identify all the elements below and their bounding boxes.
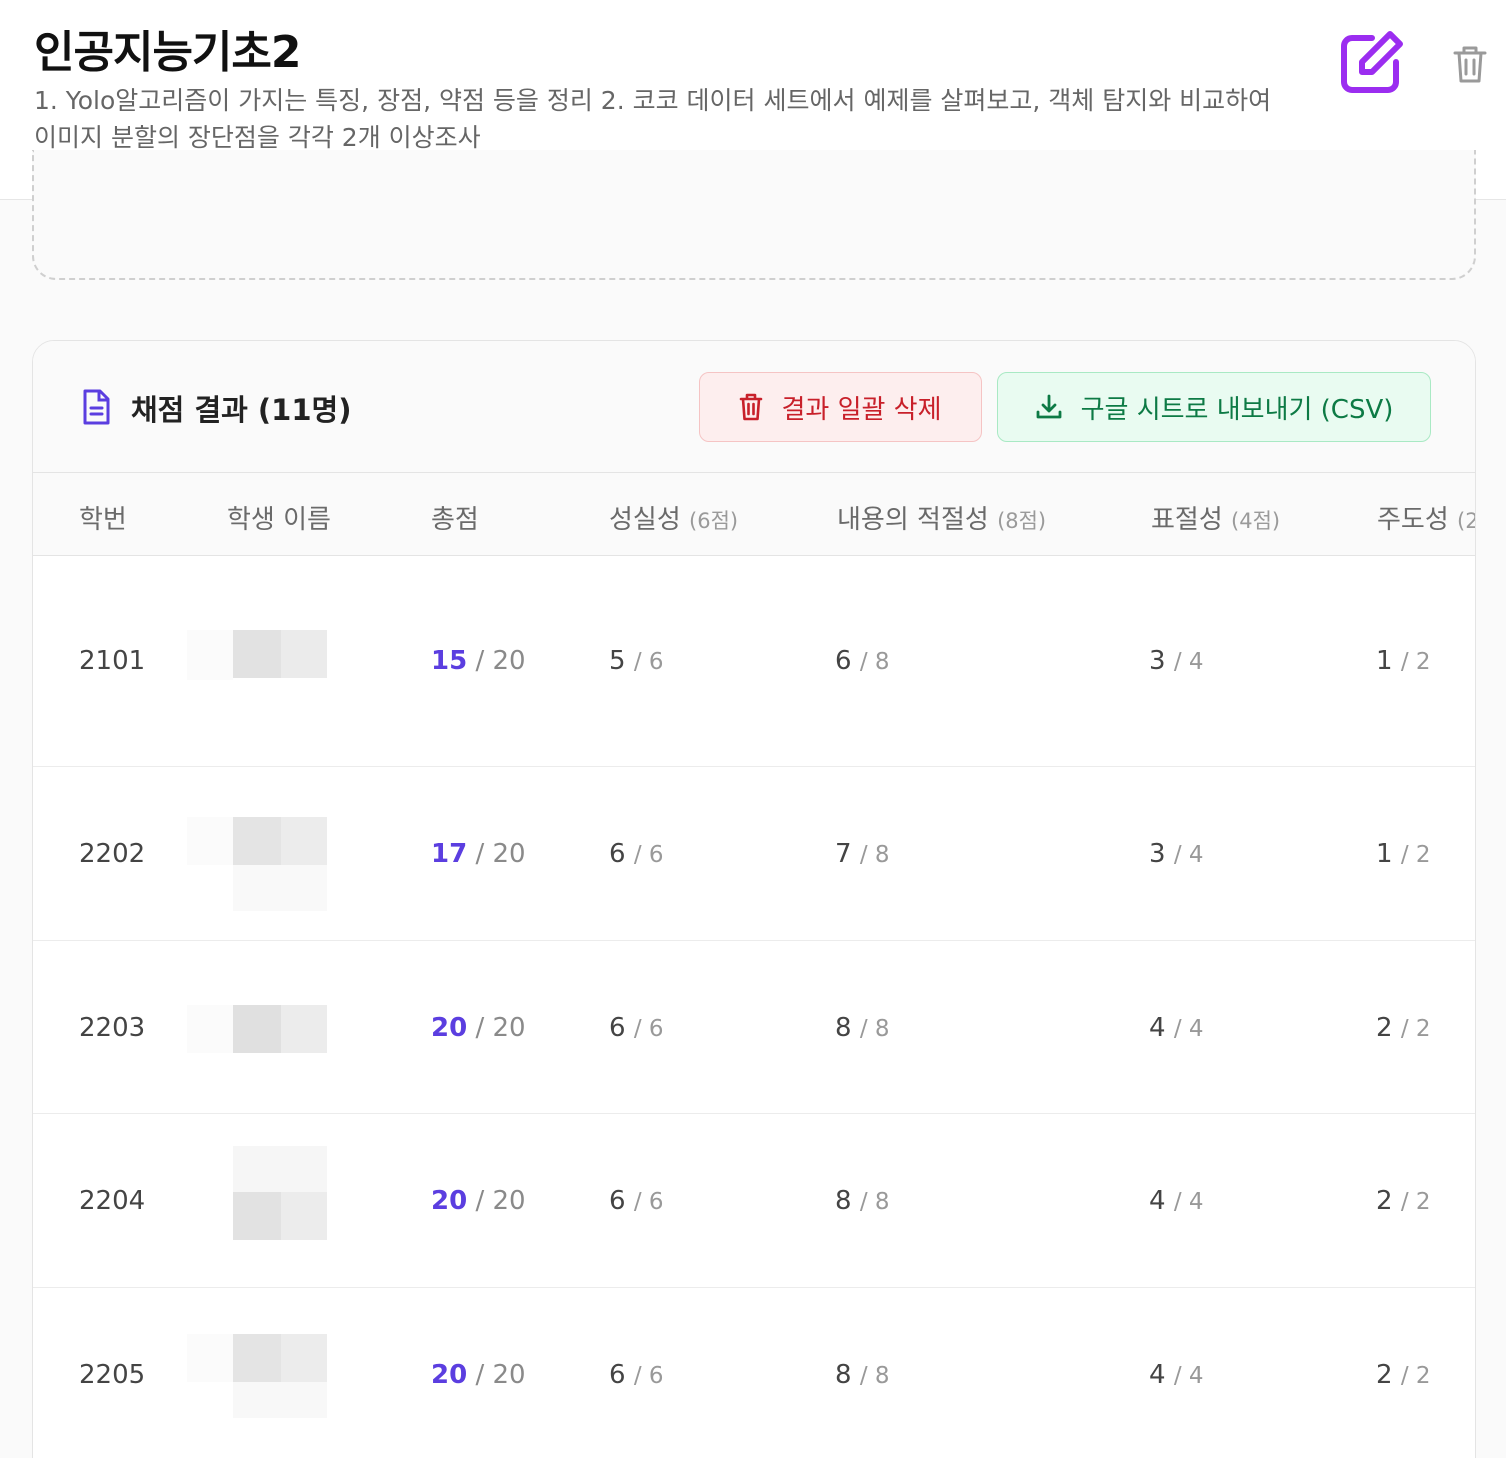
table-row[interactable]: 2203 20 / 20 6 / 6 8 / 8 4 / 4 2 / 2 bbox=[33, 941, 1475, 1114]
document-icon bbox=[83, 389, 110, 425]
col-diligence[interactable]: 성실성 (6점) bbox=[609, 499, 738, 536]
table-row[interactable]: 2204 20 / 20 6 / 6 8 / 8 4 / 4 2 / 2 bbox=[33, 1114, 1475, 1288]
col-content-relevance[interactable]: 내용의 적절성 (8점) bbox=[837, 499, 1046, 536]
initiative-score: 2 / 2 bbox=[1376, 1013, 1431, 1043]
results-title: 채점 결과 (11명) bbox=[131, 393, 352, 427]
student-name-redacted bbox=[187, 630, 337, 680]
col-plagiarism[interactable]: 표절성 (4점) bbox=[1151, 499, 1280, 536]
initiative-score: 2 / 2 bbox=[1376, 1186, 1431, 1216]
export-label: 구글 시트로 내보내기 (CSV) bbox=[1080, 394, 1394, 425]
delete-assignment-button[interactable] bbox=[1452, 44, 1488, 84]
table-row[interactable]: 2205 20 / 20 6 / 6 8 / 8 4 / 4 2 / 2 bbox=[33, 1288, 1475, 1458]
total-score-cell: 15 / 20 bbox=[431, 646, 526, 676]
diligence-score: 6 / 6 bbox=[609, 1360, 664, 1390]
plagiarism-score: 3 / 4 bbox=[1149, 839, 1204, 869]
export-csv-button[interactable]: 구글 시트로 내보내기 (CSV) bbox=[997, 372, 1431, 442]
delete-all-results-button[interactable]: 결과 일괄 삭제 bbox=[699, 372, 982, 442]
total-score-cell: 20 / 20 bbox=[431, 1013, 526, 1043]
diligence-score: 6 / 6 bbox=[609, 1186, 664, 1216]
diligence-score: 5 / 6 bbox=[609, 646, 664, 676]
plagiarism-score: 4 / 4 bbox=[1149, 1360, 1204, 1390]
plagiarism-score: 4 / 4 bbox=[1149, 1013, 1204, 1043]
plagiarism-score: 3 / 4 bbox=[1149, 646, 1204, 676]
col-initiative[interactable]: 주도성 (2 bbox=[1377, 499, 1475, 536]
student-name-redacted bbox=[187, 817, 337, 913]
content-score: 8 / 8 bbox=[835, 1186, 890, 1216]
student-id: 2204 bbox=[79, 1186, 146, 1216]
download-icon bbox=[1036, 394, 1061, 419]
col-student-name[interactable]: 학생 이름 bbox=[227, 499, 331, 536]
student-id: 2202 bbox=[79, 839, 146, 869]
assignment-description: 1. Yolo알고리즘이 가지는 특징, 장점, 약점 등을 정리 2. 코코 … bbox=[34, 86, 1272, 152]
delete-all-label: 결과 일괄 삭제 bbox=[781, 394, 942, 425]
student-id: 2205 bbox=[79, 1360, 146, 1390]
diligence-score: 6 / 6 bbox=[609, 839, 664, 869]
table-row[interactable]: 2202 17 / 20 6 / 6 7 / 8 3 / 4 1 / 2 bbox=[33, 767, 1475, 941]
student-name-redacted bbox=[187, 1005, 337, 1055]
content-score: 7 / 8 bbox=[835, 839, 890, 869]
total-score-cell: 20 / 20 bbox=[431, 1186, 526, 1216]
student-name-redacted bbox=[187, 1334, 337, 1418]
trash-icon bbox=[740, 393, 763, 421]
total-score-cell: 17 / 20 bbox=[431, 839, 526, 869]
edit-icon bbox=[1341, 31, 1403, 93]
page-title: 인공지능기초2 bbox=[34, 27, 301, 78]
col-student-id[interactable]: 학번 bbox=[79, 499, 127, 536]
results-table-header: 학번 학생 이름 총점 성실성 (6점) 내용의 적절성 (8점) 표절성 (4… bbox=[33, 473, 1475, 556]
table-row[interactable]: 2101 15 / 20 5 / 6 6 / 8 3 / 4 1 / 2 bbox=[33, 556, 1475, 767]
student-id: 2101 bbox=[79, 646, 146, 676]
content-score: 6 / 8 bbox=[835, 646, 890, 676]
diligence-score: 6 / 6 bbox=[609, 1013, 664, 1043]
student-name-redacted bbox=[187, 1146, 337, 1242]
edit-button[interactable] bbox=[1336, 28, 1406, 98]
plagiarism-score: 4 / 4 bbox=[1149, 1186, 1204, 1216]
total-score-cell: 20 / 20 bbox=[431, 1360, 526, 1390]
trash-icon bbox=[1453, 46, 1487, 83]
upload-dropzone[interactable] bbox=[32, 150, 1476, 280]
results-header: 채점 결과 (11명) 결과 일괄 삭제 구글 시트로 내보내기 (CSV) bbox=[33, 341, 1475, 473]
initiative-score: 1 / 2 bbox=[1376, 646, 1431, 676]
content-score: 8 / 8 bbox=[835, 1013, 890, 1043]
content-score: 8 / 8 bbox=[835, 1360, 890, 1390]
grading-results-card: 채점 결과 (11명) 결과 일괄 삭제 구글 시트로 내보내기 (CSV) 학… bbox=[32, 340, 1476, 1458]
initiative-score: 2 / 2 bbox=[1376, 1360, 1431, 1390]
col-total[interactable]: 총점 bbox=[431, 499, 479, 536]
student-id: 2203 bbox=[79, 1013, 146, 1043]
initiative-score: 1 / 2 bbox=[1376, 839, 1431, 869]
